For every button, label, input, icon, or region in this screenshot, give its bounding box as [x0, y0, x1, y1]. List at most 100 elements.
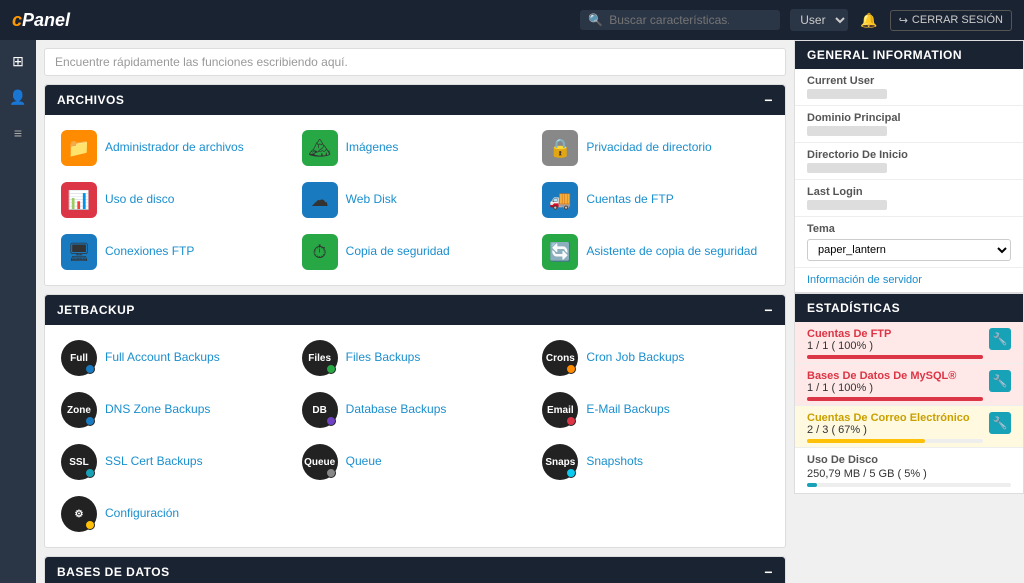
ftp-connect-icon: 🖥	[61, 234, 97, 270]
dns-backup-icon: Zone	[61, 392, 97, 428]
top-search-bar[interactable]: 🔍	[580, 10, 780, 30]
image-icon: 🏔	[302, 130, 338, 166]
collapse-basesdedatos-icon: −	[764, 564, 773, 580]
stat-ftp: Cuentas De FTP 1 / 1 ( 100% ) 🔧	[795, 322, 1023, 364]
item-email-backups[interactable]: Email E-Mail Backups	[538, 389, 773, 431]
item-database-backups[interactable]: DB Database Backups	[298, 389, 533, 431]
top-search-input[interactable]	[609, 13, 729, 27]
search-icon: 🔍	[588, 13, 603, 27]
logout-button[interactable]: ↪ CERRAR SESIÓN	[890, 10, 1012, 31]
mysql-progress-inner	[807, 397, 983, 401]
item-imagenes[interactable]: 🏔 Imágenes	[298, 127, 533, 169]
sidebar-home-icon[interactable]: ⊞	[5, 48, 31, 74]
nav-actions: User 🔔 ↪ CERRAR SESIÓN	[790, 9, 1012, 31]
dominio-value	[807, 126, 887, 136]
server-info-link[interactable]: Información de servidor	[795, 268, 1023, 292]
stat-mysql: Bases De Datos De MySQL® 1 / 1 ( 100% ) …	[795, 364, 1023, 406]
cloud-icon: ☁	[302, 182, 338, 218]
main-layout: ⊞ 👤 ≡ Encuentre rápidamente las funcione…	[0, 40, 1024, 583]
item-privacidad-directorio[interactable]: 🔒 Privacidad de directorio	[538, 127, 773, 169]
section-archivos-body: 📁 Administrador de archivos 🏔 Imágenes 🔒…	[45, 115, 785, 285]
general-info-header: GENERAL INFORMATION	[795, 41, 1023, 69]
full-backup-icon: Full	[61, 340, 97, 376]
general-info-panel: GENERAL INFORMATION Current User Dominio…	[794, 40, 1024, 293]
mysql-progress-outer	[807, 397, 983, 401]
backup-icon: ⏱	[302, 234, 338, 270]
section-jetbackup-body: Full Full Account Backups Files Files Ba…	[45, 325, 785, 547]
item-conexiones-ftp[interactable]: 🖥 Conexiones FTP	[57, 231, 292, 273]
logout-icon: ↪	[899, 14, 908, 27]
item-configuracion[interactable]: ⚙ Configuración	[57, 493, 292, 535]
current-user-value	[807, 89, 887, 99]
email-progress-inner	[807, 439, 925, 443]
info-row-directorio: Directorio De Inicio	[795, 143, 1023, 180]
stat-email: Cuentas De Correo Electrónico 2 / 3 ( 67…	[795, 406, 1023, 448]
right-sidebar: GENERAL INFORMATION Current User Dominio…	[794, 40, 1024, 583]
cpanel-logo: cPanel	[12, 10, 70, 31]
snapshots-icon: Snaps	[542, 444, 578, 480]
estadisticas-panel: ESTADÍSTICAS Cuentas De FTP 1 / 1 ( 100%…	[794, 293, 1024, 494]
bell-icon[interactable]: 🔔	[860, 12, 877, 29]
item-administrador-archivos[interactable]: 📁 Administrador de archivos	[57, 127, 292, 169]
last-login-value	[807, 200, 887, 210]
section-archivos: ARCHIVOS − 📁 Administrador de archivos 🏔…	[44, 84, 786, 286]
item-copia-seguridad[interactable]: ⏱ Copia de seguridad	[298, 231, 533, 273]
info-row-last-login: Last Login	[795, 180, 1023, 217]
section-archivos-header[interactable]: ARCHIVOS −	[45, 85, 785, 115]
stat-email-content: Cuentas De Correo Electrónico 2 / 3 ( 67…	[807, 412, 983, 443]
item-uso-disco[interactable]: 📊 Uso de disco	[57, 179, 292, 221]
disk-progress-inner	[807, 483, 817, 487]
item-asistente-copia[interactable]: 🔄 Asistente de copia de seguridad	[538, 231, 773, 273]
info-row-dominio: Dominio Principal	[795, 106, 1023, 143]
ftp-progress-inner	[807, 355, 983, 359]
top-navigation: cPanel 🔍 User 🔔 ↪ CERRAR SESIÓN	[0, 0, 1024, 40]
item-queue[interactable]: Queue Queue	[298, 441, 533, 483]
collapse-archivos-icon: −	[764, 92, 773, 108]
left-sidebar: ⊞ 👤 ≡	[0, 40, 36, 583]
disk-icon: 📊	[61, 182, 97, 218]
ftp-progress-outer	[807, 355, 983, 359]
item-ssl-backups[interactable]: SSL SSL Cert Backups	[57, 441, 292, 483]
lock-icon: 🔒	[542, 130, 578, 166]
user-select[interactable]: User	[790, 9, 848, 31]
center-content: Encuentre rápidamente las funciones escr…	[36, 40, 794, 583]
mysql-wrench-button[interactable]: 🔧	[989, 370, 1011, 392]
quick-search-bar[interactable]: Encuentre rápidamente las funciones escr…	[44, 48, 786, 76]
item-files-backups[interactable]: Files Files Backups	[298, 337, 533, 379]
email-wrench-button[interactable]: 🔧	[989, 412, 1011, 434]
sidebar-user-icon[interactable]: 👤	[5, 84, 31, 110]
cron-backup-icon: Crons	[542, 340, 578, 376]
stat-ftp-content: Cuentas De FTP 1 / 1 ( 100% )	[807, 328, 983, 359]
section-jetbackup-header[interactable]: JETBACKUP −	[45, 295, 785, 325]
email-progress-outer	[807, 439, 983, 443]
estadisticas-header: ESTADÍSTICAS	[795, 294, 1023, 322]
item-cron-backups[interactable]: Crons Cron Job Backups	[538, 337, 773, 379]
ftp-wrench-button[interactable]: 🔧	[989, 328, 1011, 350]
item-snapshots[interactable]: Snaps Snapshots	[538, 441, 773, 483]
files-backup-icon: Files	[302, 340, 338, 376]
folder-icon: 📁	[61, 130, 97, 166]
settings-icon: ⚙	[61, 496, 97, 532]
item-dns-backups[interactable]: Zone DNS Zone Backups	[57, 389, 292, 431]
tema-row: Tema paper_lantern	[795, 217, 1023, 268]
ftp-icon: 🚚	[542, 182, 578, 218]
database-backup-icon: DB	[302, 392, 338, 428]
sidebar-menu-icon[interactable]: ≡	[5, 120, 31, 146]
directorio-value	[807, 163, 887, 173]
section-basesdedatos-header[interactable]: BASES DE DATOS −	[45, 557, 785, 583]
section-basesdedatos: BASES DE DATOS − 🗄 phpMyAdmin 🗃 Bases de…	[44, 556, 786, 583]
email-backup-icon: Email	[542, 392, 578, 428]
item-cuentas-ftp[interactable]: 🚚 Cuentas de FTP	[538, 179, 773, 221]
backup-wizard-icon: 🔄	[542, 234, 578, 270]
tema-select[interactable]: paper_lantern	[807, 239, 1011, 261]
disk-progress-outer	[807, 483, 1011, 487]
collapse-jetbackup-icon: −	[764, 302, 773, 318]
ssl-backup-icon: SSL	[61, 444, 97, 480]
item-web-disk[interactable]: ☁ Web Disk	[298, 179, 533, 221]
queue-icon: Queue	[302, 444, 338, 480]
stat-mysql-content: Bases De Datos De MySQL® 1 / 1 ( 100% )	[807, 370, 983, 401]
item-full-account-backups[interactable]: Full Full Account Backups	[57, 337, 292, 379]
info-row-current-user: Current User	[795, 69, 1023, 106]
section-jetbackup: JETBACKUP − Full Full Account Backups Fi…	[44, 294, 786, 548]
disk-stat: Uso De Disco 250,79 MB / 5 GB ( 5% )	[795, 448, 1023, 493]
